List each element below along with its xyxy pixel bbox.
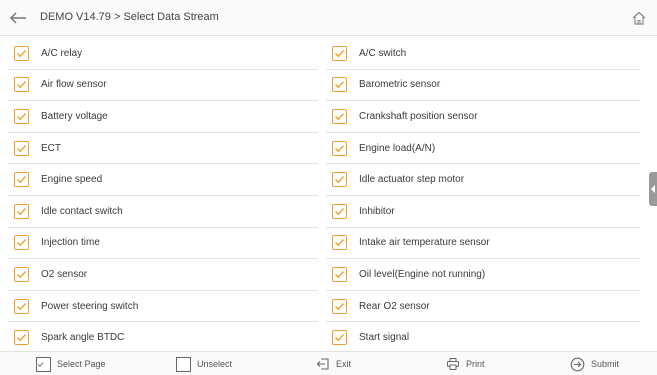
list-item[interactable]: O2 sensor [8, 259, 319, 291]
list-item-label: A/C switch [359, 47, 407, 59]
checkbox-checked-icon[interactable] [332, 77, 348, 93]
list-row: Air flow sensor Barometric sensor [8, 70, 640, 102]
checkbox-checked-icon[interactable] [14, 140, 29, 156]
list-item-label: Intake air temperature sensor [359, 237, 490, 249]
list-item[interactable]: Air flow sensor [8, 70, 319, 102]
exit-icon [316, 358, 329, 370]
checkbox-checked-icon[interactable] [332, 172, 348, 188]
list-item[interactable]: A/C relay [8, 38, 319, 70]
header-bar: DEMO V14.79 > Select Data Stream [0, 0, 657, 36]
checkbox-checked-icon[interactable] [332, 45, 348, 61]
list-item-label: Spark angle BTDC [41, 332, 125, 344]
checkbox-checked-icon[interactable] [14, 203, 29, 219]
checkbox-checked-icon[interactable] [14, 266, 29, 282]
list-item[interactable]: Injection time [8, 228, 319, 260]
data-stream-list: A/C relay A/C switch Air flow sensor Barome… [8, 38, 640, 354]
checkbox-checked-icon[interactable] [332, 235, 348, 251]
checkbox-checked-icon[interactable] [332, 330, 348, 346]
checkbox-checked-icon[interactable] [332, 108, 348, 124]
list-item-label: Inhibitor [359, 205, 395, 217]
list-item-label: Injection time [41, 237, 100, 249]
list-row: Spark angle BTDC Start signal [8, 322, 640, 354]
list-item-label: Oil level(Engine not running) [359, 268, 486, 280]
checkbox-checked-icon[interactable] [332, 298, 348, 314]
list-item[interactable]: Rear O2 sensor [326, 291, 640, 323]
checkbox-checked-icon[interactable] [14, 172, 29, 188]
side-drawer-handle[interactable] [649, 172, 657, 206]
back-arrow-icon[interactable] [8, 10, 28, 26]
list-item-label: Start signal [359, 332, 410, 344]
checkbox-checked-icon [36, 356, 51, 372]
list-row: A/C relay A/C switch [8, 38, 640, 70]
list-item[interactable]: ECT [8, 133, 319, 165]
footer-toolbar: Select Page Unselect Exit Print Submit [0, 351, 657, 375]
checkbox-checked-icon[interactable] [14, 298, 29, 314]
list-item[interactable]: Barometric sensor [326, 70, 640, 102]
list-item[interactable]: Idle actuator step motor [326, 164, 640, 196]
list-item-label: Idle contact switch [41, 205, 123, 217]
list-item-label: Engine speed [41, 174, 103, 186]
list-item-label: Engine load(A/N) [359, 142, 436, 154]
list-item[interactable]: Spark angle BTDC [8, 322, 319, 354]
list-row: Engine speed Idle actuator step motor [8, 164, 640, 196]
list-row: Battery voltage Crankshaft position senso… [8, 101, 640, 133]
list-item-label: Air flow sensor [41, 79, 107, 91]
list-row: Idle contact switch Inhibitor [8, 196, 640, 228]
list-item-label: A/C relay [41, 47, 83, 59]
checkbox-checked-icon[interactable] [332, 266, 348, 282]
checkbox-checked-icon[interactable] [14, 108, 29, 124]
list-item[interactable]: Oil level(Engine not running) [326, 259, 640, 291]
printer-icon [447, 358, 459, 370]
list-item[interactable]: Start signal [326, 322, 640, 354]
checkbox-checked-icon[interactable] [14, 235, 29, 251]
checkbox-checked-icon[interactable] [332, 203, 348, 219]
list-item-label: O2 sensor [41, 268, 88, 280]
list-item[interactable]: Idle contact switch [8, 196, 319, 228]
list-row: ECT Engine load(A/N) [8, 133, 640, 165]
checkbox-checked-icon[interactable] [14, 330, 29, 346]
list-item[interactable]: Crankshaft position sensor [326, 101, 640, 133]
checkbox-checked-icon[interactable] [14, 77, 29, 93]
list-item[interactable]: Power steering switch [8, 291, 319, 323]
print-button[interactable]: Print [446, 356, 485, 372]
list-row: O2 sensor Oil level(Engine not running) [8, 259, 640, 291]
list-item[interactable]: Engine speed [8, 164, 319, 196]
submit-button[interactable]: Submit [570, 356, 619, 372]
select-page-button[interactable]: Select Page [36, 356, 106, 372]
list-item[interactable]: A/C switch [326, 38, 640, 70]
list-item-label: Idle actuator step motor [359, 174, 465, 186]
print-label: Print [466, 359, 485, 369]
select-page-label: Select Page [57, 359, 106, 369]
list-item[interactable]: Inhibitor [326, 196, 640, 228]
home-icon[interactable] [631, 10, 647, 26]
list-item-label: Battery voltage [41, 110, 108, 122]
checkbox-checked-icon[interactable] [332, 140, 348, 156]
list-item[interactable]: Intake air temperature sensor [326, 228, 640, 260]
arrow-circle-right-icon [570, 357, 585, 371]
list-item[interactable]: Battery voltage [8, 101, 319, 133]
submit-label: Submit [591, 359, 620, 369]
list-item-label: Crankshaft position sensor [359, 110, 478, 122]
list-item[interactable]: Engine load(A/N) [326, 133, 640, 165]
exit-label: Exit [336, 359, 352, 369]
list-item-label: ECT [41, 142, 61, 154]
list-row: Injection time Intake air temperature sen… [8, 228, 640, 260]
list-item-label: Power steering switch [41, 300, 139, 312]
page-title: DEMO V14.79 > Select Data Stream [40, 11, 219, 23]
checkbox-checked-icon[interactable] [14, 45, 29, 61]
unselect-button[interactable]: Unselect [176, 356, 232, 372]
list-item-label: Rear O2 sensor [359, 300, 430, 312]
list-row: Power steering switch Rear O2 sensor [8, 291, 640, 323]
unselect-label: Unselect [197, 359, 233, 369]
checkbox-empty-icon [176, 356, 191, 372]
exit-button[interactable]: Exit [316, 356, 351, 372]
list-item-label: Barometric sensor [359, 79, 441, 91]
